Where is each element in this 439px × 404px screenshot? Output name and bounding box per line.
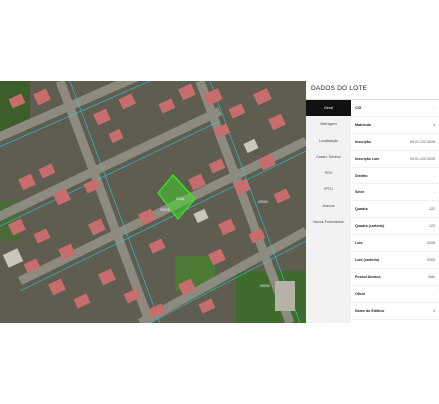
tab-caract-terreno[interactable]: Caract. Terreno	[306, 149, 351, 165]
field-row-distrito: Distrito -	[351, 168, 439, 185]
tab-geral[interactable]: Geral	[306, 100, 351, 117]
tab-iptu[interactable]: IPTU	[306, 181, 351, 197]
field-value: 0	[433, 122, 435, 127]
field-label: CIG	[355, 106, 362, 110]
satellite-map[interactable]: 0028 09028 09000 09000	[0, 81, 306, 323]
field-label: Ofício	[355, 291, 366, 296]
field-label: Quadra	[355, 207, 368, 212]
field-value: -	[433, 106, 435, 110]
field-value: -	[433, 291, 435, 296]
tab-anexos[interactable]: Anexos	[306, 198, 351, 214]
map-imagery[interactable]: 0028 09028 09000 09000	[0, 81, 306, 323]
tab-localizacao[interactable]: Localização	[306, 133, 351, 149]
field-label: Inscrição Lote	[355, 156, 380, 161]
field-label: Quadra (cartório)	[355, 224, 385, 229]
tab-metragem[interactable]: Metragem	[306, 116, 351, 132]
field-value: -	[433, 190, 435, 195]
field-value: 0028	[427, 241, 435, 246]
field-row-cig: CIG -	[351, 100, 439, 117]
field-label: Inscrição	[355, 139, 371, 144]
tab-novos-formularios[interactable]: Novos Formulários	[306, 214, 351, 230]
lot-label: 09000	[258, 200, 268, 204]
field-value: -	[433, 173, 435, 178]
field-row-lote: Lote 0028	[351, 235, 439, 253]
field-label: Matrícula	[355, 122, 371, 127]
field-value: Não	[428, 274, 435, 279]
field-row-nome-edificio: Nome do Edifício 0	[351, 303, 439, 320]
panel-title: DADOS DO LOTE	[311, 85, 368, 92]
field-label: Lote (cartório)	[355, 258, 380, 263]
field-label: Possui Anexos	[355, 274, 381, 279]
field-value: 09.01.122.0028	[410, 156, 435, 161]
field-list: CIG - Matrícula 0 Inscrição 09.01.122.0028 …	[351, 100, 439, 323]
selected-lot-label: 0028	[176, 197, 184, 201]
field-label: Nome do Edifício	[355, 308, 385, 313]
field-value: 122	[429, 207, 435, 212]
tab-pgv[interactable]: PGV	[306, 165, 351, 181]
lot-label: 09028	[160, 208, 170, 212]
field-row-quadra: Quadra 122	[351, 201, 439, 219]
field-row-inscricao-lote: Inscrição Lote 09.01.122.0028	[351, 151, 439, 168]
field-row-possui-anexos: Possui Anexos Não	[351, 269, 439, 286]
field-label: Distrito	[355, 173, 368, 178]
field-value: 122	[429, 224, 435, 229]
field-row-lote-cartorio: Lote (cartório) 9353	[351, 252, 439, 269]
field-row-matricula: Matrícula 0	[351, 117, 439, 134]
field-value: 9353	[427, 258, 435, 263]
field-row-quadra-cartorio: Quadra (cartório) 122	[351, 218, 439, 236]
tab-list: Geral Metragem Localização Caract. Terre…	[306, 100, 351, 323]
field-value: 0	[433, 308, 435, 313]
field-label: Lote	[355, 241, 363, 246]
field-row-setor: Setor -	[351, 184, 439, 202]
lot-data-panel: DADOS DO LOTE Geral Metragem Localização…	[306, 81, 439, 323]
lot-label: 09000	[260, 284, 270, 288]
field-row-oficio: Ofício -	[351, 286, 439, 303]
field-value: 09.01.122.0028	[410, 139, 435, 144]
field-label: Setor	[355, 190, 365, 195]
field-row-inscricao: Inscrição 09.01.122.0028	[351, 134, 439, 151]
